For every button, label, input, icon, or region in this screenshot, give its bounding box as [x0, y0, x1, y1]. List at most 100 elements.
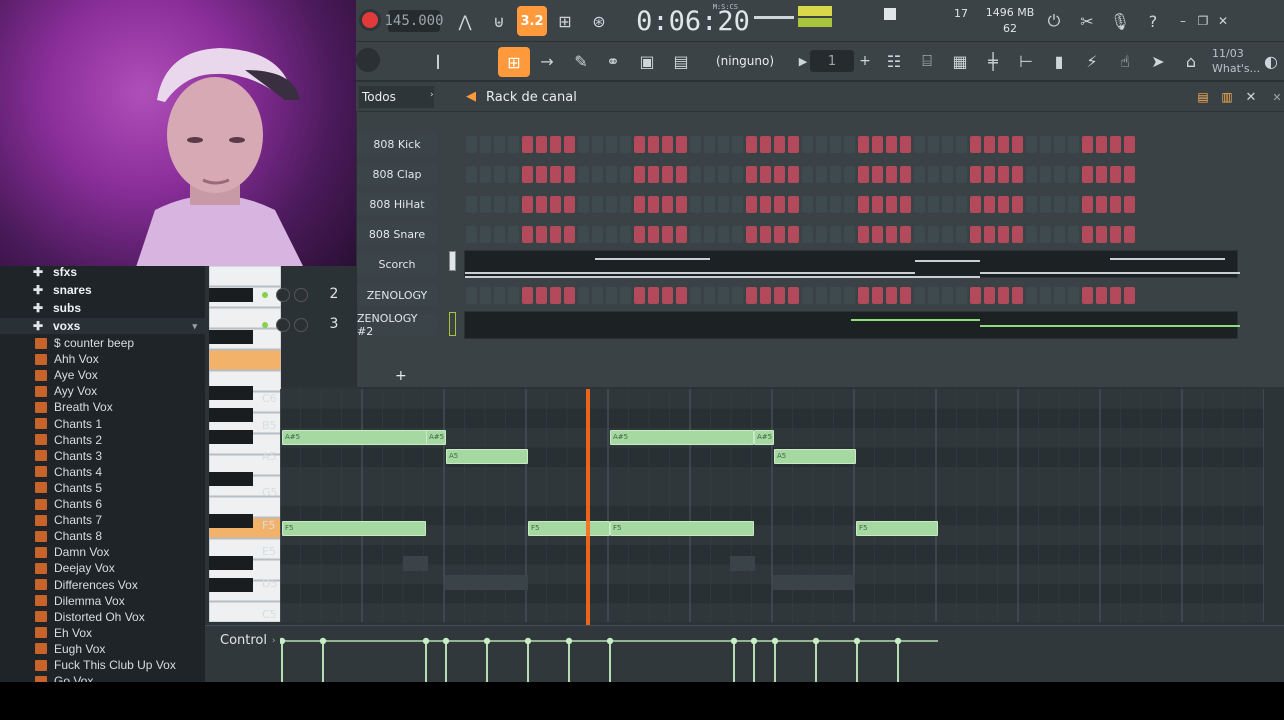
step-button[interactable]: [802, 166, 813, 183]
step-button[interactable]: [900, 196, 911, 213]
step-button[interactable]: [942, 166, 953, 183]
step-button[interactable]: [956, 166, 967, 183]
step-button[interactable]: [466, 136, 477, 153]
step-button[interactable]: [1068, 166, 1079, 183]
piano-roll-icon[interactable]: ⌸: [914, 48, 940, 74]
blend-notes-icon[interactable]: ⊞: [552, 8, 578, 34]
step-button[interactable]: [522, 136, 533, 153]
velocity-handle[interactable]: [280, 637, 286, 645]
channel-select-indicator[interactable]: [449, 251, 456, 271]
pattern-icon[interactable]: ▤: [668, 48, 694, 74]
step-button[interactable]: [816, 166, 827, 183]
channel-filter[interactable]: Todos: [359, 86, 434, 108]
step-button[interactable]: [802, 226, 813, 243]
step-button[interactable]: [718, 196, 729, 213]
black-key[interactable]: [209, 556, 253, 570]
step-button[interactable]: [1026, 226, 1037, 243]
step-button[interactable]: [676, 136, 687, 153]
news-panel[interactable]: 11/03 What's...: [1212, 44, 1262, 78]
step-button[interactable]: [480, 287, 491, 304]
step-button[interactable]: [900, 136, 911, 153]
step-button[interactable]: [1082, 287, 1093, 304]
velocity-lane[interactable]: [280, 632, 1264, 682]
channel-mute-led[interactable]: [262, 292, 268, 298]
step-button[interactable]: [494, 196, 505, 213]
step-button[interactable]: [956, 287, 967, 304]
step-button[interactable]: [1068, 136, 1079, 153]
step-button[interactable]: [872, 287, 883, 304]
step-button[interactable]: [592, 196, 603, 213]
browser-file-item[interactable]: Chants 7: [0, 512, 205, 528]
step-button[interactable]: [550, 287, 561, 304]
step-button[interactable]: [690, 287, 701, 304]
velocity-handle[interactable]: [750, 637, 758, 645]
pattern-number[interactable]: 1: [810, 50, 854, 72]
step-button[interactable]: [942, 136, 953, 153]
step-button[interactable]: [1026, 136, 1037, 153]
step-button[interactable]: [494, 287, 505, 304]
browser-file-item[interactable]: Fuck This Club Up Vox: [0, 657, 205, 673]
step-button[interactable]: [914, 226, 925, 243]
step-button[interactable]: [634, 166, 645, 183]
step-button[interactable]: [480, 226, 491, 243]
step-button[interactable]: [830, 287, 841, 304]
note-grid[interactable]: [280, 389, 1264, 622]
step-button[interactable]: [648, 287, 659, 304]
step-button[interactable]: [606, 287, 617, 304]
channel-name-button[interactable]: ZENOLOGY #2: [357, 312, 437, 338]
master-pitch-knob[interactable]: ┃: [428, 52, 448, 72]
loop-record-icon[interactable]: ⊛: [586, 8, 612, 34]
channel-route-number[interactable]: 3: [326, 316, 342, 334]
step-button[interactable]: [564, 226, 575, 243]
close-rack-icon[interactable]: ✕: [1238, 84, 1264, 110]
step-button[interactable]: [1096, 226, 1107, 243]
black-key[interactable]: [209, 408, 253, 422]
velocity-handle[interactable]: [730, 637, 738, 645]
step-button[interactable]: [550, 136, 561, 153]
browser-file-item[interactable]: Damn Vox: [0, 544, 205, 560]
step-button[interactable]: [928, 196, 939, 213]
step-button[interactable]: [984, 196, 995, 213]
step-button[interactable]: [522, 287, 533, 304]
step-button[interactable]: [970, 226, 981, 243]
piano-keyboard[interactable]: [209, 266, 281, 622]
step-button[interactable]: [774, 136, 785, 153]
step-button[interactable]: [830, 136, 841, 153]
step-button[interactable]: [718, 136, 729, 153]
pattern-selector[interactable]: (ninguno): [700, 50, 790, 72]
step-button[interactable]: [1082, 226, 1093, 243]
step-button[interactable]: [942, 287, 953, 304]
channel-volume-knob[interactable]: [294, 288, 308, 302]
step-button[interactable]: [578, 196, 589, 213]
step-button[interactable]: [662, 226, 673, 243]
metronome-icon[interactable]: ⋀: [452, 8, 478, 34]
browser-file-item[interactable]: Aye Vox: [0, 367, 205, 383]
step-button[interactable]: [844, 136, 855, 153]
step-button[interactable]: [690, 196, 701, 213]
black-key[interactable]: [209, 578, 253, 592]
step-button[interactable]: [676, 226, 687, 243]
step-button[interactable]: [508, 136, 519, 153]
step-button[interactable]: [872, 226, 883, 243]
step-button[interactable]: [1110, 136, 1121, 153]
step-button[interactable]: [466, 196, 477, 213]
step-button[interactable]: [466, 226, 477, 243]
step-button[interactable]: [1040, 136, 1051, 153]
step-button[interactable]: [1040, 196, 1051, 213]
browser-file-item[interactable]: Eugh Vox: [0, 641, 205, 657]
step-button[interactable]: [536, 287, 547, 304]
step-button[interactable]: [1068, 287, 1079, 304]
filter-arrow-icon[interactable]: ›: [430, 90, 434, 100]
step-button[interactable]: [550, 166, 561, 183]
step-button[interactable]: [466, 287, 477, 304]
step-button[interactable]: [1054, 136, 1065, 153]
piano-roll-note[interactable]: A5: [774, 449, 856, 464]
browser-file-item[interactable]: Chants 5: [0, 480, 205, 496]
step-button[interactable]: [760, 166, 771, 183]
step-button[interactable]: [970, 196, 981, 213]
step-button[interactable]: [984, 166, 995, 183]
step-button[interactable]: [970, 166, 981, 183]
step-button[interactable]: [928, 166, 939, 183]
step-button[interactable]: [816, 136, 827, 153]
velocity-handle[interactable]: [812, 637, 820, 645]
